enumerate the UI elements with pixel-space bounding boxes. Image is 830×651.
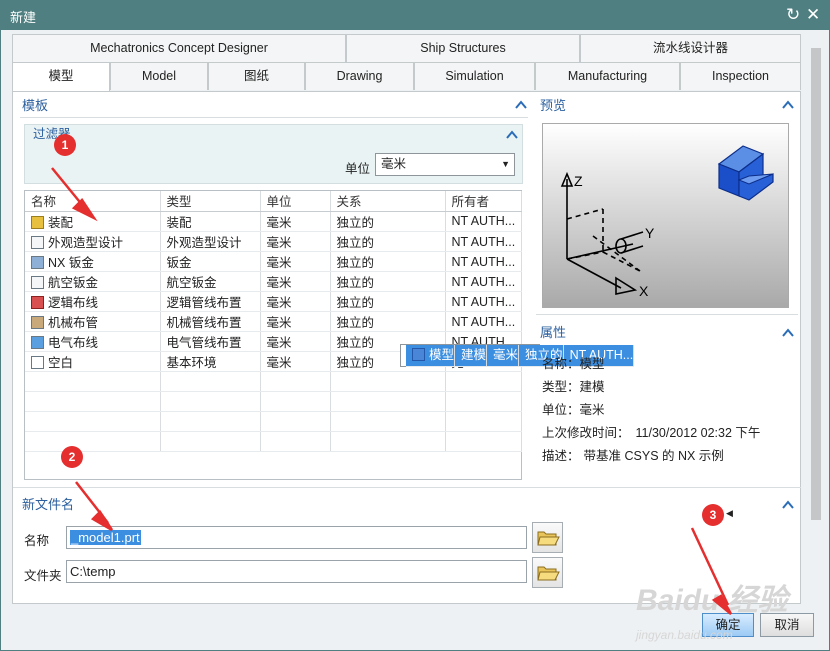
annotation-badge: 3 <box>702 504 724 526</box>
annotation-badge: 1 <box>54 134 76 156</box>
annotation-arrows <box>51 167 733 615</box>
annotation-badge: 2 <box>61 446 83 468</box>
